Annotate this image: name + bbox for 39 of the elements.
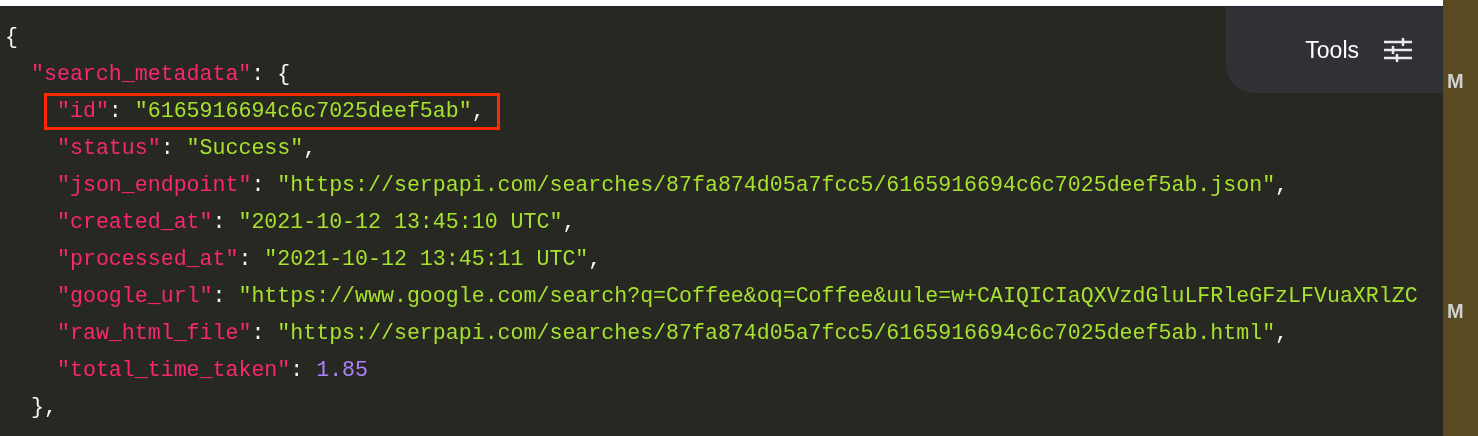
- json-punctuation: :: [251, 320, 266, 348]
- json-punctuation: :: [251, 61, 266, 89]
- desktop-icon-label: M: [1447, 299, 1464, 324]
- json-punctuation: ,: [303, 135, 317, 163]
- json-value: "2021-10-12 13:45:11 UTC": [264, 246, 589, 274]
- json-key: "processed_at": [57, 243, 239, 276]
- json-punctuation: ,: [1275, 172, 1289, 200]
- json-punctuation: :: [160, 135, 175, 163]
- json-punctuation: ,: [562, 209, 576, 237]
- json-punctuation: :: [212, 209, 227, 237]
- json-punctuation: ,: [1275, 320, 1289, 348]
- json-value: "https://serpapi.com/searches/87fa874d05a7fcc5/6165916694c6c7025deef5ab.json": [277, 172, 1276, 200]
- json-value: 1.85: [316, 357, 369, 385]
- json-value: "6165916694c6c7025deef5ab": [134, 98, 472, 126]
- json-value: "https://serpapi.com/searches/87fa874d05a7fcc5/6165916694c6c7025deef5ab.html": [277, 320, 1276, 348]
- json-key: "google_url": [57, 280, 213, 313]
- json-punctuation: :: [212, 283, 227, 311]
- json-key: "id": [57, 95, 109, 128]
- tools-label[interactable]: Tools: [1305, 32, 1359, 68]
- json-key: "json_endpoint": [57, 169, 252, 202]
- json-punctuation: :: [251, 172, 266, 200]
- json-value: "2021-10-12 13:45:10 UTC": [238, 209, 563, 237]
- json-punctuation: ,: [471, 98, 485, 126]
- json-key: "status": [57, 132, 161, 165]
- json-punctuation: :: [238, 246, 253, 274]
- desktop-icon-label: M: [1447, 69, 1464, 94]
- json-brace: },: [31, 394, 57, 422]
- json-brace: {: [5, 24, 18, 52]
- json-key: "search_metadata": [31, 58, 252, 91]
- settings-sliders-icon[interactable]: [1383, 38, 1413, 62]
- json-value: "https://www.google.com/search?q=Coffee&oq=Coffee&uule=w+CAIQICIaQXVzdGluLFRleGFzLFVuaXRlZC: [238, 283, 1418, 311]
- json-punctuation: ,: [588, 246, 602, 274]
- json-value: "Success": [186, 135, 304, 163]
- json-punctuation: :: [290, 357, 305, 385]
- json-punctuation: :: [108, 98, 123, 126]
- json-key: "created_at": [57, 206, 213, 239]
- json-brace: {: [277, 61, 291, 89]
- json-key: "total_time_taken": [57, 354, 291, 387]
- json-key: "raw_html_file": [57, 317, 252, 350]
